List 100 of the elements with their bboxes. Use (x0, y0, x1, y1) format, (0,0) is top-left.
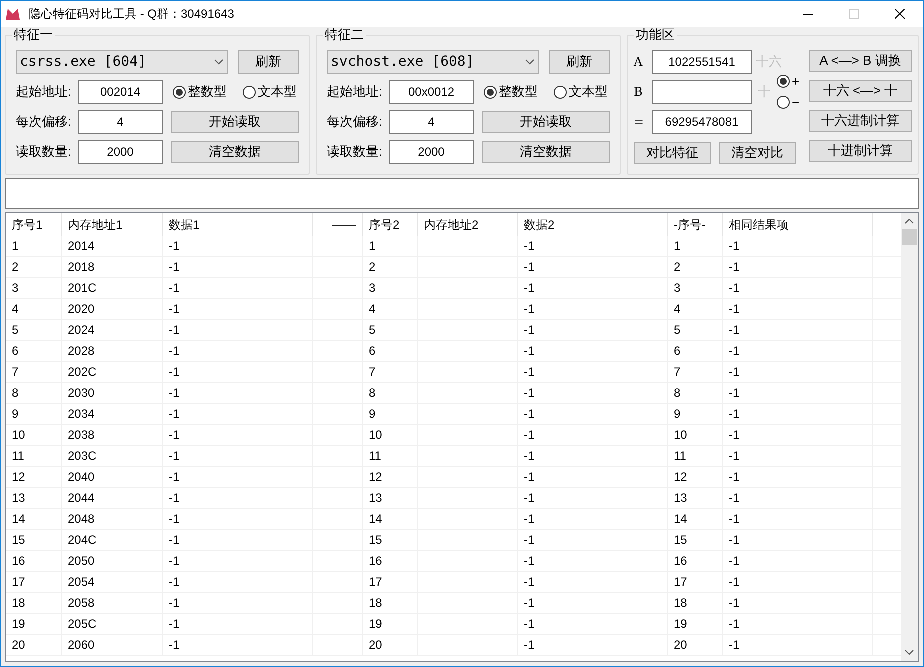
column-header[interactable]: 序号1 (6, 213, 62, 236)
table-cell-text: 15 (12, 532, 26, 549)
a-field[interactable]: 1022551541 (652, 50, 752, 74)
table-cell-text: 2038 (68, 427, 95, 444)
table-cell-text: -1 (729, 301, 740, 318)
radio-circle[interactable] (173, 86, 186, 98)
table-cell-text: -1 (729, 532, 740, 549)
table-cell-text: 2060 (68, 637, 95, 654)
table-cell-text: -1 (729, 280, 740, 297)
radio-option[interactable]: − (777, 93, 800, 112)
field-label: 起始地址: (327, 83, 384, 102)
clear-data-button[interactable]: 清空数据 (482, 141, 610, 163)
table-cell-text: -1 (524, 448, 535, 465)
field-label: 读取数量: (327, 143, 384, 162)
radio-option[interactable]: 整数型 (484, 82, 538, 102)
table-cell-text: -1 (524, 364, 535, 381)
radio-option[interactable]: 文本型 (554, 82, 608, 102)
text-area[interactable] (5, 178, 919, 209)
maximize-icon (849, 9, 859, 19)
field-label: 每次偏移: (16, 113, 73, 132)
table-cell-text: -1 (169, 448, 180, 465)
column-header[interactable]: —— (313, 213, 363, 236)
table-cell-text: 12 (12, 469, 26, 486)
close-icon (895, 9, 905, 19)
table-cell-text: -1 (524, 616, 535, 633)
table-cell-text: -1 (169, 322, 180, 339)
field-label: 起始地址: (16, 83, 73, 102)
table-cell-text: 11 (369, 448, 382, 465)
table-cell-text: -1 (169, 511, 180, 528)
table-cell-text: 9 (12, 406, 19, 423)
table-cell-text: -1 (169, 259, 180, 276)
group-title: 功能区 (634, 27, 677, 43)
table-cell-text: 2034 (68, 406, 95, 423)
table-cell-text: 17 (674, 574, 688, 591)
radio-option[interactable]: + (777, 72, 800, 91)
table-cell-text: 16 (369, 553, 382, 570)
clear-data-button[interactable]: 清空数据 (171, 141, 299, 163)
scrollbar[interactable] (901, 213, 918, 661)
hex-calc-button[interactable]: 十六进制计算 (809, 110, 912, 132)
count-field[interactable]: 2000 (389, 140, 474, 164)
process-dropdown[interactable]: csrss.exe [604] (16, 50, 228, 74)
convert-button[interactable]: 十六 <—> 十 (809, 80, 912, 102)
radio-option[interactable]: 文本型 (243, 82, 297, 102)
process-dropdown[interactable]: svchost.exe [608] (327, 50, 540, 74)
table-cell-text: -1 (729, 259, 740, 276)
b-field[interactable] (652, 80, 752, 104)
scroll-down-icon (905, 650, 914, 655)
start-read-button[interactable]: 开始读取 (482, 111, 610, 133)
refresh-button[interactable]: 刷新 (549, 50, 610, 74)
start-address-field[interactable]: 00x0012 (389, 80, 474, 104)
start-address-field[interactable]: 002014 (78, 80, 163, 104)
column-header[interactable]: 相同结果项 (723, 213, 873, 236)
table-cell-text: 8 (369, 385, 376, 402)
table-cell-text: 2054 (68, 574, 95, 591)
table-cell-text: 14 (12, 511, 26, 528)
table-cell-text: 1 (369, 238, 376, 255)
table-cell-text: -1 (169, 553, 180, 570)
dec-calc-button[interactable]: 十进制计算 (809, 140, 912, 162)
radio-circle[interactable] (484, 86, 497, 98)
refresh-button[interactable]: 刷新 (238, 50, 299, 74)
column-header[interactable]: -序号- (668, 213, 723, 236)
table-cell-text: -1 (729, 238, 740, 255)
table-cell-text: 13 (12, 490, 26, 507)
swap-button[interactable]: A <—> B 调换 (809, 50, 912, 72)
table-cell-text: -1 (729, 427, 740, 444)
result-field[interactable]: 69295478081 (652, 110, 752, 134)
field-label: 每次偏移: (327, 113, 384, 132)
table-cell-text: -1 (729, 385, 740, 402)
table-cell-text: -1 (524, 574, 535, 591)
column-header[interactable]: 数据2 (518, 213, 668, 236)
radio-option[interactable]: 整数型 (173, 82, 227, 102)
start-read-button[interactable]: 开始读取 (171, 111, 299, 133)
table-cell-text: -1 (524, 490, 535, 507)
table-cell-text: 2050 (68, 553, 95, 570)
table-cell-text: -1 (729, 616, 740, 633)
table-cell-text: 12 (674, 469, 688, 486)
table-cell-text: -1 (524, 322, 535, 339)
table-cell-text: 7 (674, 364, 681, 381)
table-cell-text: 1 (12, 238, 19, 255)
count-field[interactable]: 2000 (78, 140, 163, 164)
table-cell-text: 18 (12, 595, 26, 612)
column-header[interactable]: 内存地址1 (62, 213, 163, 236)
column-header[interactable]: 内存地址2 (418, 213, 518, 236)
table-cell-text: 3 (369, 280, 376, 297)
table-cell-text: -1 (169, 385, 180, 402)
table-cell-text: 9 (369, 406, 376, 423)
table-cell-text: -1 (169, 616, 180, 633)
offset-field[interactable]: 4 (389, 110, 474, 134)
scroll-thumb[interactable] (902, 229, 917, 245)
compare-button[interactable]: 对比特征 (634, 142, 711, 164)
column-header[interactable]: 数据1 (163, 213, 313, 236)
clear-compare-button[interactable]: 清空对比 (719, 142, 796, 164)
column-header[interactable]: 序号2 (363, 213, 418, 236)
table-cell-text: 2 (369, 259, 376, 276)
radio-circle[interactable] (777, 74, 790, 88)
table-cell-text: -1 (729, 469, 740, 486)
table-cell-text: -1 (524, 238, 535, 255)
table-cell-text: 10 (369, 427, 382, 444)
table-cell-text: -1 (169, 301, 180, 318)
offset-field[interactable]: 4 (78, 110, 163, 134)
